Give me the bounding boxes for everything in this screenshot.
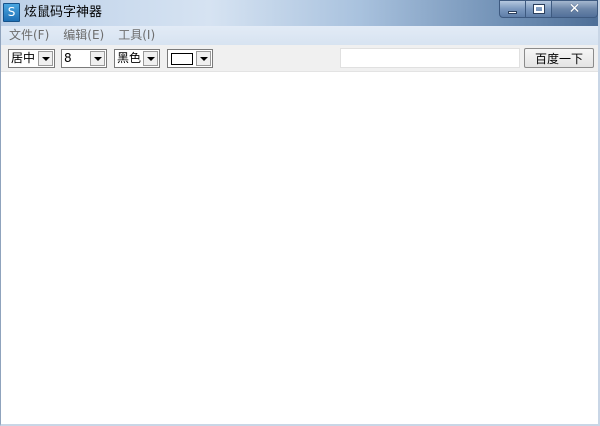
maximize-button[interactable] xyxy=(526,0,552,18)
font-size-dropdown[interactable]: 8 xyxy=(61,49,107,68)
close-icon: ✕ xyxy=(568,1,581,17)
window-title: 炫鼠码字神器 xyxy=(24,5,103,20)
text-color-dropdown[interactable]: 黑色 xyxy=(114,49,160,68)
chevron-down-icon[interactable] xyxy=(196,51,211,66)
toolbar: 居中 8 黑色 百度一下 xyxy=(1,45,598,72)
window-controls: ✕ xyxy=(499,0,598,20)
color-swatch xyxy=(171,52,193,65)
alignment-dropdown[interactable]: 居中 xyxy=(8,49,55,68)
text-color-value: 黑色 xyxy=(117,51,142,65)
minimize-button[interactable] xyxy=(499,0,526,18)
minimize-icon xyxy=(508,10,517,14)
menu-bar: 文件(F) 编辑(E) 工具(I) xyxy=(1,26,598,45)
search-input[interactable] xyxy=(340,48,520,68)
app-icon[interactable]: S xyxy=(3,3,20,22)
alignment-value: 居中 xyxy=(11,51,36,65)
title-bar[interactable]: S 炫鼠码字神器 ✕ xyxy=(1,0,598,26)
chevron-down-icon[interactable] xyxy=(143,51,158,66)
font-size-value: 8 xyxy=(64,51,72,65)
chevron-down-icon[interactable] xyxy=(38,51,53,66)
close-button[interactable]: ✕ xyxy=(552,0,598,18)
menu-edit[interactable]: 编辑(E) xyxy=(63,27,104,44)
baidu-search-button[interactable]: 百度一下 xyxy=(524,48,594,68)
text-editor-area[interactable] xyxy=(1,72,598,424)
app-window: S 炫鼠码字神器 ✕ 文件(F) 编辑(E) 工具(I) 居中 8 黑色 百度一… xyxy=(0,0,600,426)
menu-tools[interactable]: 工具(I) xyxy=(118,27,155,44)
background-color-dropdown[interactable] xyxy=(167,49,213,68)
menu-file[interactable]: 文件(F) xyxy=(9,27,49,44)
maximize-icon xyxy=(532,4,545,14)
chevron-down-icon[interactable] xyxy=(90,51,105,66)
